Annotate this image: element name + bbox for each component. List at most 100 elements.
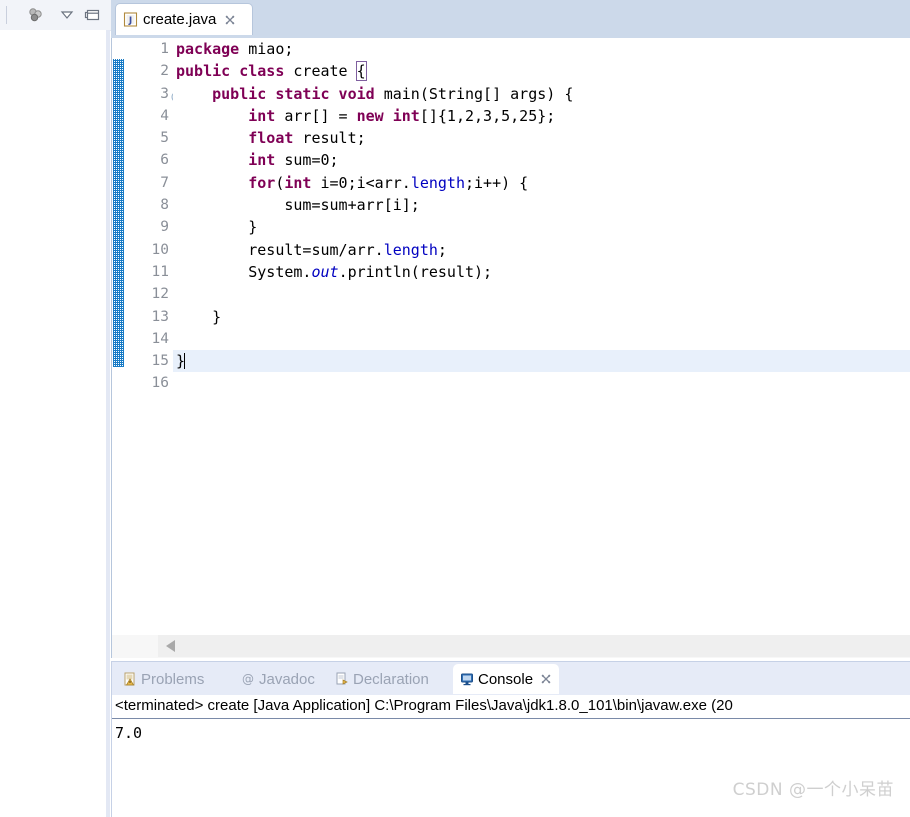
bottom-tab-console[interactable]: Console bbox=[453, 664, 560, 694]
editor-gutter bbox=[112, 38, 128, 635]
scrollbar-track[interactable] bbox=[158, 635, 910, 657]
code-token: { bbox=[355, 61, 367, 82]
editor-tab-label: create.java bbox=[143, 11, 217, 28]
java-file-icon: J bbox=[123, 12, 138, 27]
line-number: 6 bbox=[160, 152, 169, 169]
bottom-tab-declaration[interactable]: Declaration bbox=[328, 664, 436, 694]
close-icon[interactable] bbox=[540, 673, 552, 685]
code-line[interactable] bbox=[173, 283, 910, 305]
code-token: arr[] = bbox=[275, 106, 357, 125]
line-number: 15 bbox=[151, 353, 169, 370]
code-token: int bbox=[284, 173, 312, 192]
problems-icon bbox=[123, 672, 137, 686]
code-token: sum=sum+arr[i]; bbox=[176, 196, 420, 215]
code-line[interactable]: System.out.println(result); bbox=[173, 261, 910, 283]
code-line[interactable]: for(int i=0;i<arr.length;i++) { bbox=[173, 172, 910, 194]
changed-lines-marker bbox=[113, 59, 124, 367]
editor-area: J create.java 1 2 3 4 5 6 7 8 9 10 11 12 13 14 15 16 pa… bbox=[111, 0, 910, 658]
code-token: length bbox=[383, 240, 438, 259]
code-token: i=0;i<arr. bbox=[311, 173, 411, 192]
left-view-stack bbox=[0, 0, 112, 817]
line-number: 11 bbox=[151, 263, 169, 280]
left-view-content bbox=[0, 30, 110, 817]
line-number: 12 bbox=[151, 286, 169, 303]
code-line[interactable]: sum=sum+arr[i]; bbox=[173, 194, 910, 216]
javadoc-icon: @ bbox=[241, 672, 255, 686]
console-output[interactable]: 7.0 bbox=[111, 719, 910, 817]
bottom-tab-label: Problems bbox=[141, 670, 205, 688]
code-line[interactable]: public class create { bbox=[173, 60, 910, 82]
code-token: public class bbox=[176, 62, 285, 81]
code-token: create bbox=[284, 62, 357, 81]
line-number: 3 bbox=[127, 83, 183, 105]
code-line[interactable]: result=sum/arr.length; bbox=[173, 239, 910, 261]
code-line[interactable]: } bbox=[173, 350, 910, 373]
line-number: 7 bbox=[160, 174, 169, 191]
console-launch-header: <terminated> create [Java Application] C… bbox=[111, 695, 910, 719]
line-number: 9 bbox=[160, 219, 169, 236]
code-line[interactable]: int arr[] = new int[]{1,2,3,5,25}; bbox=[173, 105, 910, 127]
panel-divider[interactable] bbox=[106, 30, 110, 817]
code-token: ;i++) { bbox=[465, 173, 529, 192]
code-line[interactable]: float result; bbox=[173, 127, 910, 149]
console-icon bbox=[460, 672, 474, 686]
code-token: result=sum/arr. bbox=[176, 240, 384, 259]
code-token: sum=0; bbox=[275, 151, 339, 170]
code-line[interactable]: public static void main(String[] args) { bbox=[173, 83, 910, 105]
code-token: .println(result); bbox=[338, 262, 493, 281]
editor-horizontal-scrollbar[interactable] bbox=[111, 635, 910, 658]
line-number: 2 bbox=[160, 63, 169, 80]
code-editor[interactable]: 1 2 3 4 5 6 7 8 9 10 11 12 13 14 15 16 package miao; pub… bbox=[111, 38, 910, 635]
maximize-icon[interactable] bbox=[84, 7, 102, 23]
line-number: 16 bbox=[151, 375, 169, 392]
code-token: out bbox=[311, 262, 339, 281]
bottom-tab-label: Javadoc bbox=[259, 670, 315, 688]
code-text-area[interactable]: package miao; public class create { publi… bbox=[173, 38, 910, 635]
bottom-tab-javadoc[interactable]: @ Javadoc bbox=[234, 664, 322, 694]
code-token: for bbox=[248, 173, 276, 192]
code-line[interactable]: int sum=0; bbox=[173, 149, 910, 171]
bottom-tab-label: Declaration bbox=[353, 670, 429, 688]
bottom-tab-problems[interactable]: Problems bbox=[116, 664, 211, 694]
code-token: main(String[] args) { bbox=[374, 84, 574, 103]
editor-tab-create-java[interactable]: J create.java bbox=[115, 3, 253, 35]
code-line[interactable] bbox=[173, 328, 910, 350]
code-token: } bbox=[176, 307, 222, 326]
line-number-ruler: 1 2 3 4 5 6 7 8 9 10 11 12 13 14 15 16 bbox=[127, 38, 183, 635]
code-token: public static void bbox=[212, 84, 375, 103]
code-line[interactable]: } bbox=[173, 306, 910, 328]
code-line[interactable]: package miao; bbox=[173, 38, 910, 60]
code-token: System. bbox=[176, 262, 312, 281]
svg-text:J: J bbox=[128, 16, 132, 26]
line-number: 8 bbox=[160, 197, 169, 214]
code-token: new int bbox=[356, 106, 420, 125]
bottom-tab-label: Console bbox=[478, 670, 534, 688]
code-token: package bbox=[176, 40, 240, 58]
line-number: 4 bbox=[160, 107, 169, 124]
code-token: int bbox=[248, 151, 276, 170]
line-number: 5 bbox=[160, 130, 169, 147]
declaration-icon bbox=[335, 672, 349, 686]
code-line[interactable] bbox=[173, 372, 910, 394]
csdn-watermark: CSDN @一个小呆苗 bbox=[732, 780, 894, 800]
line-number: 1 bbox=[160, 41, 169, 57]
scroll-left-arrow-icon[interactable] bbox=[166, 640, 175, 652]
code-token: ; bbox=[437, 240, 447, 259]
line-number: 14 bbox=[151, 330, 169, 347]
code-token: result; bbox=[293, 129, 366, 148]
svg-text:@: @ bbox=[242, 672, 254, 686]
code-token: } bbox=[176, 218, 258, 237]
close-icon[interactable] bbox=[224, 14, 236, 26]
editor-tab-bar: J create.java bbox=[111, 0, 910, 38]
console-launch-header-text: <terminated> create [Java Application] C… bbox=[115, 697, 733, 714]
package-explorer-icon[interactable] bbox=[26, 7, 44, 23]
code-line[interactable]: } bbox=[173, 216, 910, 238]
view-menu-icon[interactable] bbox=[58, 7, 76, 23]
toolbar-separator bbox=[6, 6, 7, 24]
console-output-line: 7.0 bbox=[115, 724, 143, 742]
